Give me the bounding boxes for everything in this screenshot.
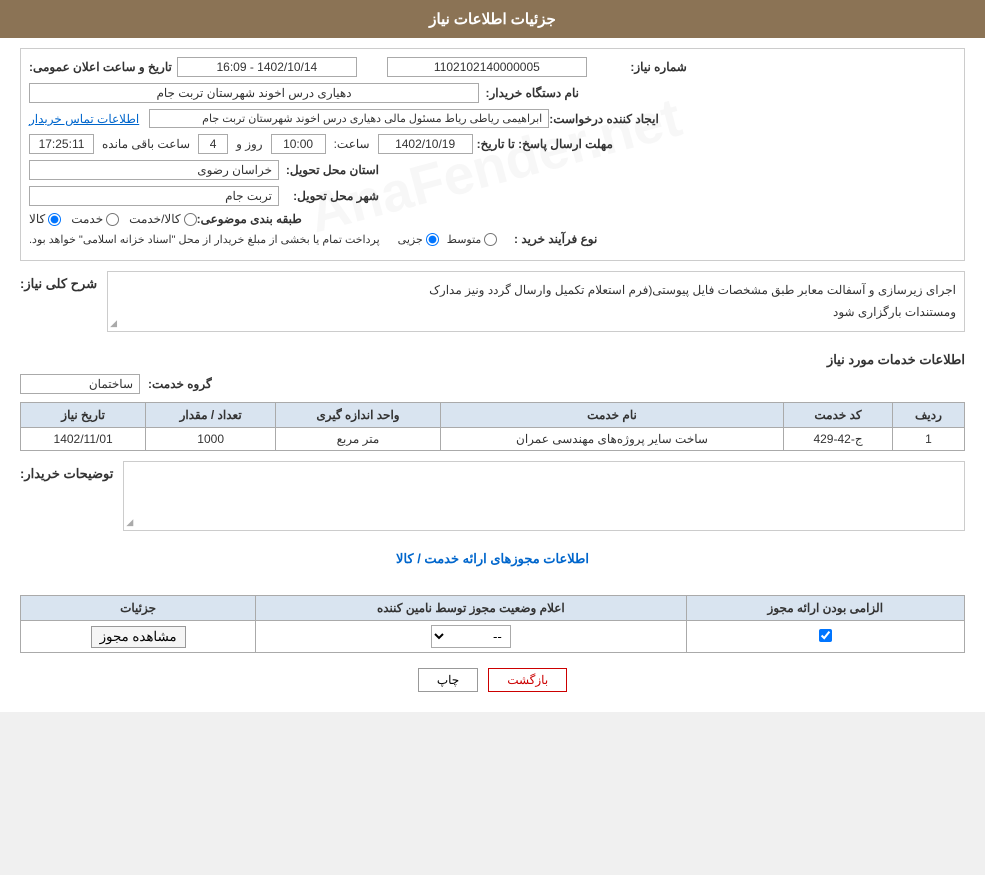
required-checkbox[interactable] bbox=[819, 629, 832, 642]
buyer-notes-section: ◢ توضیحات خریدار: bbox=[20, 461, 965, 541]
province-row: استان محل تحویل: خراسان رضوی bbox=[29, 160, 956, 180]
page-wrapper: جزئیات اطلاعات نیاز AnaFender.net شماره … bbox=[0, 0, 985, 712]
province-value: خراسان رضوی bbox=[29, 160, 279, 180]
province-label: استان محل تحویل: bbox=[279, 163, 379, 177]
back-button[interactable]: بازگشت bbox=[488, 668, 567, 692]
buyer-notes-box: ◢ bbox=[123, 461, 965, 531]
creator-row: ایجاد کننده درخواست: ابراهیمی ریاطی ریاط… bbox=[29, 109, 956, 128]
city-label: شهر محل تحویل: bbox=[279, 189, 379, 203]
deadline-days: 4 bbox=[198, 134, 228, 154]
category-radio-group: کالا/خدمت خدمت کالا bbox=[29, 212, 197, 226]
group-label: گروه خدمت: bbox=[148, 377, 212, 391]
resize-handle: ◢ bbox=[110, 318, 117, 329]
category-label: طبقه بندی موضوعی: bbox=[197, 212, 302, 226]
deadline-time-label: ساعت: bbox=[334, 137, 370, 151]
col-header-unit: واحد اندازه گیری bbox=[276, 403, 441, 428]
creator-value: ابراهیمی ریاطی ریاط مسئول مالی دهیاری در… bbox=[149, 109, 549, 128]
process-motavasset-item: متوسط bbox=[447, 233, 498, 246]
buyer-name-row: نام دستگاه خریدار: دهیاری درس اخوند شهرس… bbox=[29, 83, 956, 103]
page-header: جزئیات اطلاعات نیاز bbox=[0, 0, 985, 38]
category-kala-khedmat-item: کالا/خدمت bbox=[129, 212, 196, 226]
deadline-row: مهلت ارسال پاسخ: تا تاریخ: 1402/10/19 سا… bbox=[29, 134, 956, 154]
need-number-label: شماره نیاز: bbox=[587, 60, 687, 74]
buyer-name-label: نام دستگاه خریدار: bbox=[479, 86, 579, 100]
print-button[interactable]: چاپ bbox=[418, 668, 478, 692]
col-header-rownum: ردیف bbox=[892, 403, 964, 428]
city-value: تربت جام bbox=[29, 186, 279, 206]
process-options: متوسط جزیی پرداخت تمام یا بخشی از مبلغ خ… bbox=[29, 233, 497, 246]
group-row: گروه خدمت: ساختمان bbox=[20, 374, 965, 394]
category-khedmat-radio[interactable] bbox=[106, 213, 119, 226]
deadline-days-label: روز و bbox=[236, 137, 263, 151]
perm-col-status: اعلام وضعیت مجوز توسط نامین کننده bbox=[256, 596, 686, 621]
services-title: اطلاعات خدمات مورد نیاز bbox=[20, 352, 965, 368]
perm-col-required: الزامی بودن ارائه مجوز bbox=[686, 596, 964, 621]
category-row: طبقه بندی موضوعی: کالا/خدمت خدمت کالا bbox=[29, 212, 956, 226]
category-kala-khedmat-radio[interactable] bbox=[184, 213, 197, 226]
services-table: ردیف کد خدمت نام خدمت واحد اندازه گیری ت… bbox=[20, 402, 965, 451]
process-motavasset-label: متوسط bbox=[447, 233, 482, 246]
group-value: ساختمان bbox=[20, 374, 140, 394]
announce-date-label: تاریخ و ساعت اعلان عمومی: bbox=[29, 60, 172, 74]
category-kala-khedmat-label: کالا/خدمت bbox=[129, 212, 180, 226]
process-row: نوع فرآیند خرید : متوسط جزیی پرداخت تمام… bbox=[29, 232, 956, 246]
category-kala-radio[interactable] bbox=[48, 213, 61, 226]
description-box: اجرای زیرسازی و آسفالت معابر طبق مشخصات … bbox=[107, 271, 965, 332]
spacer bbox=[20, 575, 965, 595]
creator-label: ایجاد کننده درخواست: bbox=[549, 112, 659, 126]
description-label: شرح کلی نیاز: bbox=[20, 271, 97, 292]
category-khedmat-label: خدمت bbox=[71, 212, 103, 226]
category-khedmat-item: خدمت bbox=[71, 212, 119, 226]
category-kala-label: کالا bbox=[29, 212, 45, 226]
deadline-remaining-label: ساعت باقی مانده bbox=[102, 137, 190, 151]
process-note: پرداخت تمام یا بخشی از مبلغ خریدار از مح… bbox=[29, 233, 380, 246]
col-header-date: تاریخ نیاز bbox=[21, 403, 146, 428]
category-kala-item: کالا bbox=[29, 212, 61, 226]
status-select[interactable]: -- bbox=[431, 625, 511, 648]
process-label: نوع فرآیند خرید : bbox=[497, 232, 597, 246]
description-line1: اجرای زیرسازی و آسفالت معابر طبق مشخصات … bbox=[429, 283, 956, 297]
deadline-date: 1402/10/19 bbox=[378, 134, 473, 154]
main-content: AnaFender.net شماره نیاز: 11021021400000… bbox=[0, 38, 985, 712]
process-jazri-radio[interactable] bbox=[426, 233, 439, 246]
deadline-remaining: 17:25:11 bbox=[29, 134, 94, 154]
services-section: اطلاعات خدمات مورد نیاز گروه خدمت: ساختم… bbox=[20, 352, 965, 541]
perm-col-detail: جزئیات bbox=[21, 596, 256, 621]
buyer-name-value: دهیاری درس اخوند شهرستان تربت جام bbox=[29, 83, 479, 103]
process-jazri-item: جزیی bbox=[398, 233, 439, 246]
description-section: اجرای زیرسازی و آسفالت معابر طبق مشخصات … bbox=[20, 271, 965, 342]
permissions-divider: اطلاعات مجوزهای ارائه خدمت / کالا bbox=[20, 551, 965, 567]
col-header-qty: تعداد / مقدار bbox=[146, 403, 276, 428]
announce-date-value: 1402/10/14 - 16:09 bbox=[177, 57, 357, 77]
bottom-buttons: بازگشت چاپ bbox=[20, 668, 965, 692]
deadline-time: 10:00 bbox=[271, 134, 326, 154]
contact-link[interactable]: اطلاعات تماس خریدار bbox=[29, 112, 139, 126]
description-text: اجرای زیرسازی و آسفالت معابر طبق مشخصات … bbox=[116, 280, 956, 323]
table-row: -- مشاهده مجوز bbox=[21, 621, 965, 653]
city-row: شهر محل تحویل: تربت جام bbox=[29, 186, 956, 206]
need-number-row: شماره نیاز: 1102102140000005 1402/10/14 … bbox=[29, 57, 956, 77]
permissions-table: الزامی بودن ارائه مجوز اعلام وضعیت مجوز … bbox=[20, 595, 965, 653]
col-header-name: نام خدمت bbox=[440, 403, 783, 428]
deadline-label: مهلت ارسال پاسخ: تا تاریخ: bbox=[477, 137, 613, 151]
need-number-value: 1102102140000005 bbox=[387, 57, 587, 77]
notes-resize-handle: ◢ bbox=[126, 517, 133, 528]
process-jazri-label: جزیی bbox=[398, 233, 423, 246]
table-row: 1ج-42-429ساخت سایر پروژه‌های مهندسی عمرا… bbox=[21, 428, 965, 451]
view-permit-button[interactable]: مشاهده مجوز bbox=[91, 626, 186, 648]
col-header-code: کد خدمت bbox=[784, 403, 893, 428]
process-motavasset-radio[interactable] bbox=[484, 233, 497, 246]
buyer-notes-label: توضیحات خریدار: bbox=[20, 461, 113, 482]
main-info-section: AnaFender.net شماره نیاز: 11021021400000… bbox=[20, 48, 965, 261]
page-title: جزئیات اطلاعات نیاز bbox=[429, 11, 556, 28]
description-line2: ومستندات بارگزاری شود bbox=[833, 305, 956, 319]
